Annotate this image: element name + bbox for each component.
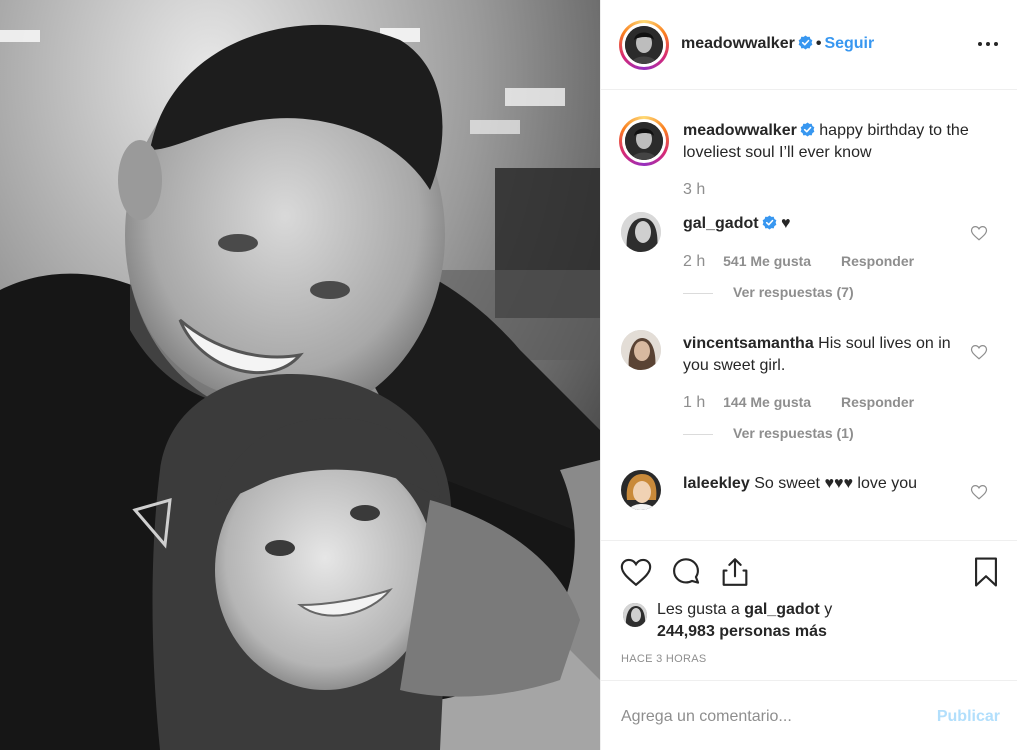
comment-likes[interactable]: 541 Me gusta [723,253,811,269]
reply-button[interactable]: Responder [841,253,914,269]
add-comment-bar: Publicar [601,680,1017,750]
comment-username[interactable]: laleekley [683,475,750,492]
comment-like-heart-icon[interactable] [970,483,988,501]
post-side-panel: meadowwalker • Seguir meadowwalker happy… [600,0,1017,750]
author-avatar[interactable] [619,20,669,70]
comment-text: vincentsamantha His soul lives on in you… [683,333,973,377]
caption-avatar[interactable] [619,116,669,166]
view-replies[interactable]: Ver respuestas (7) [683,284,854,300]
comment-avatar[interactable] [621,330,661,370]
header-separator: • [815,35,822,52]
comment-meta: 2 h 541 Me gusta Responder [683,253,914,271]
post-photo-image [0,0,600,750]
liked-by-text: Les gusta a gal_gadot y 244,983 personas… [657,599,832,643]
comment-like-heart-icon[interactable] [970,224,988,242]
post-timestamp[interactable]: HACE 3 HORAS [621,653,707,665]
comment-meta: 1 h 144 Me gusta Responder [683,394,914,412]
comment-avatar[interactable] [621,470,661,510]
follow-button[interactable]: Seguir [824,35,874,52]
comment-time[interactable]: 2 h [683,253,705,270]
caption-meta: 3 h [683,181,719,199]
publish-button[interactable]: Publicar [937,708,1000,726]
comment-avatar[interactable] [621,212,661,252]
comment-username[interactable]: vincentsamantha [683,335,814,352]
view-replies-label: Ver respuestas (1) [733,425,854,441]
liked-by-avatar[interactable] [623,603,647,627]
verified-badge-icon [800,122,815,137]
view-replies-line [683,292,713,294]
comment-text: laleekley So sweet ♥♥♥ love you [683,473,973,495]
comment-body: So sweet ♥♥♥ love you [754,475,917,492]
post-header: meadowwalker • Seguir [601,0,1017,90]
liked-by-user[interactable]: gal_gadot [744,601,820,618]
post-photo[interactable] [0,0,600,750]
more-options-icon[interactable] [978,36,1000,52]
liked-by-prefix: Les gusta a [657,601,740,618]
comment-body: ♥ [781,215,791,232]
header-user-line: meadowwalker • Seguir [681,35,874,53]
header-username[interactable]: meadowwalker [681,35,795,52]
caption-username[interactable]: meadowwalker [683,122,797,139]
comment-input[interactable] [621,703,921,731]
share-icon[interactable] [718,555,752,589]
comment-time[interactable]: 1 h [683,394,705,411]
caption-text: meadowwalker happy birthday to the lovel… [683,120,973,164]
bookmark-icon[interactable] [969,555,1003,589]
reply-button[interactable]: Responder [841,394,914,410]
caption-time[interactable]: 3 h [683,181,705,198]
verified-badge-icon [762,215,776,230]
view-replies-label: Ver respuestas (7) [733,284,854,300]
likes-count[interactable]: 244,983 personas más [657,623,827,640]
comment-likes[interactable]: 144 Me gusta [723,394,811,410]
comment-text: gal_gadot ♥ [683,213,973,235]
comment-username[interactable]: gal_gadot [683,215,759,232]
view-replies-line [683,433,713,435]
view-replies[interactable]: Ver respuestas (1) [683,425,854,441]
comment-like-heart-icon[interactable] [970,343,988,361]
verified-badge-icon [798,35,813,50]
comment-icon[interactable] [669,555,703,589]
heart-icon[interactable] [619,555,653,589]
comments-list: meadowwalker happy birthday to the lovel… [601,90,1017,540]
liked-by-connector: y [824,601,833,618]
post-actions: Les gusta a gal_gadot y 244,983 personas… [601,540,1017,680]
